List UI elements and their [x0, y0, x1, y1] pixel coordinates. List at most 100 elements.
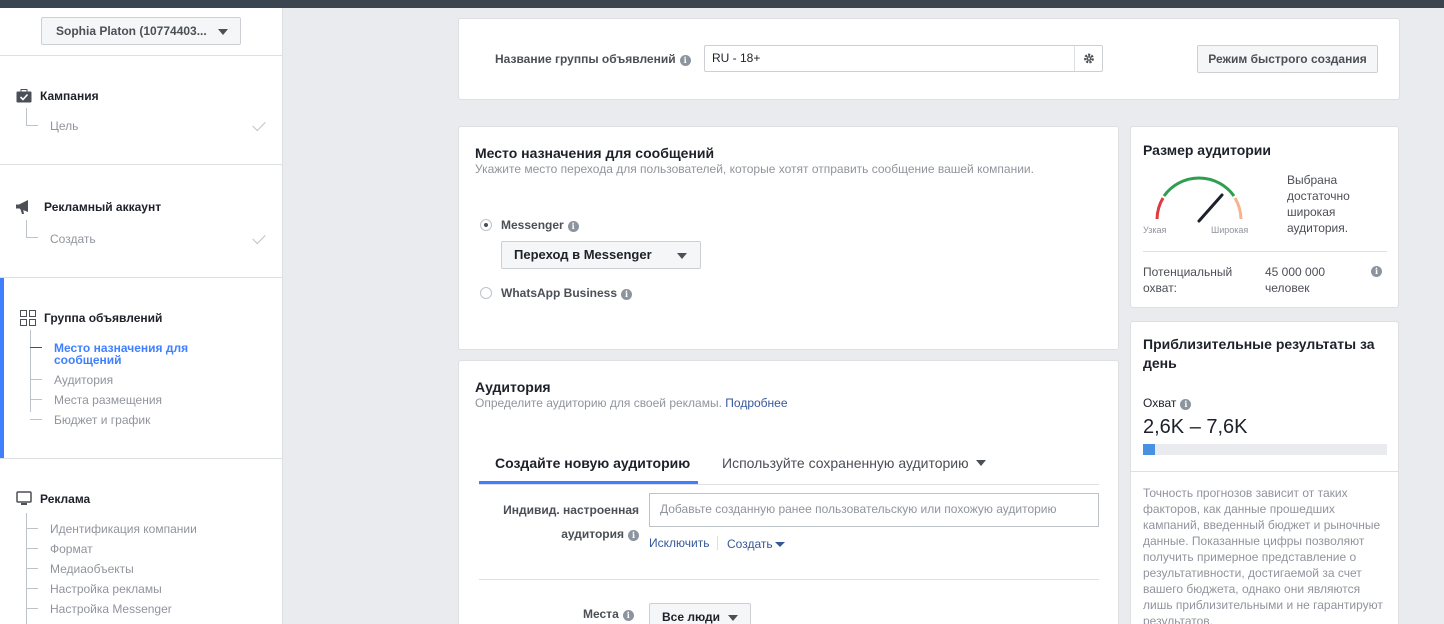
whatsapp-option-label: WhatsApp Business i [501, 286, 633, 300]
divider [0, 277, 282, 278]
custom-audience-input[interactable]: Добавьте созданную ранее пользовательску… [649, 493, 1099, 527]
daily-results-card: Приблизительные результаты за день Охват… [1130, 321, 1399, 624]
tab-new-audience[interactable]: Создайте новую аудиторию [495, 455, 690, 471]
places-dropdown[interactable]: Все люди [649, 603, 751, 624]
divider [0, 55, 282, 56]
tree-line [26, 548, 38, 549]
tree-line [26, 125, 38, 126]
check-icon [252, 230, 266, 245]
audience-gauge [1155, 176, 1243, 223]
chevron-down-icon [677, 253, 687, 259]
section-campaign[interactable]: Кампания [40, 89, 99, 103]
link-separator [717, 536, 718, 550]
audience-subtitle: Определите аудиторию для своей рекламы. … [475, 396, 788, 410]
reach-range: 2,6K – 7,6K [1143, 416, 1248, 438]
info-icon[interactable]: i [1180, 399, 1192, 410]
info-icon[interactable]: i [679, 55, 691, 66]
info-icon[interactable]: i [628, 530, 639, 541]
sidebar-item-create[interactable]: Создать [50, 232, 96, 246]
radio-messenger[interactable] [480, 219, 492, 231]
grid-icon [20, 310, 36, 326]
gauge-wide-label: Широкая [1211, 225, 1249, 235]
sidebar-item-media[interactable]: Медиаобъекты [50, 562, 134, 576]
audience-title: Аудитория [475, 379, 551, 395]
destination-title: Место назначения для сообщений [475, 145, 715, 161]
sidebar-item-budget[interactable]: Бюджет и график [54, 413, 150, 427]
tree-line [26, 237, 38, 238]
tree-line [26, 220, 27, 238]
learn-more-link[interactable]: Подробнее [725, 396, 787, 410]
settings-button[interactable] [1074, 46, 1102, 71]
destination-subtitle: Укажите место перехода для пользователей… [475, 162, 1034, 176]
reach-bar-fill [1143, 444, 1156, 455]
divider [0, 164, 282, 165]
divider [1131, 471, 1398, 472]
monitor-icon [16, 491, 32, 505]
active-section-indicator [0, 278, 4, 459]
info-icon[interactable]: i [621, 289, 633, 300]
messenger-destination-value: Переход в Messenger [514, 247, 652, 262]
adset-name-label: Название группы объявлений i [495, 52, 691, 66]
audience-card: Аудитория Определите аудиторию для своей… [458, 360, 1119, 624]
audience-size-title: Размер аудитории [1143, 142, 1272, 158]
custom-audience-label: Индивид. настроенная аудитория i [503, 503, 639, 541]
tab-saved-audience[interactable]: Используйте сохраненную аудиторию [722, 455, 969, 471]
reach-label: Охват i [1143, 396, 1192, 410]
sidebar-item-messenger-setup[interactable]: Настройка Messenger [50, 602, 172, 616]
section-ad-account[interactable]: Рекламный аккаунт [44, 200, 161, 214]
section-divider [479, 579, 1099, 580]
sidebar-item-placements[interactable]: Места размещения [54, 393, 162, 407]
tree-line [26, 108, 27, 126]
megaphone-icon [16, 200, 28, 214]
adset-name-input[interactable]: RU - 18+ [704, 45, 1103, 72]
tree-line [30, 419, 42, 420]
daily-results-title: Приблизительные результаты за день [1143, 336, 1375, 371]
exclude-link[interactable]: Исключить [649, 536, 709, 550]
info-icon[interactable]: i [1371, 266, 1382, 277]
account-selector[interactable]: Sophia Platon (10774403... [41, 17, 241, 45]
tabs-divider [479, 484, 1099, 485]
destination-card: Место назначения для сообщений Укажите м… [458, 126, 1119, 350]
potential-reach-label: Потенциальный охват: [1143, 265, 1233, 295]
sidebar-item-message-destination[interactable]: Место назначения для сообщений [54, 342, 204, 366]
tree-line [30, 347, 42, 348]
chevron-down-icon [218, 29, 228, 35]
active-tab-indicator [479, 481, 698, 484]
messenger-destination-dropdown[interactable]: Переход в Messenger [501, 241, 701, 269]
quick-create-button[interactable]: Режим быстрого создания [1197, 45, 1378, 73]
tree-line [26, 608, 38, 609]
top-bar [0, 0, 1444, 8]
sidebar: Sophia Platon (10774403... Кампания Цель… [0, 8, 283, 624]
sidebar-item-audience[interactable]: Аудитория [54, 373, 113, 387]
reach-bar [1143, 444, 1387, 455]
briefcase-check-icon [16, 89, 32, 103]
gear-icon [1084, 53, 1094, 64]
messenger-option-label: Messenger i [501, 218, 579, 232]
radio-whatsapp[interactable] [480, 287, 492, 299]
info-icon[interactable]: i [567, 221, 579, 232]
section-ad[interactable]: Реклама [40, 492, 90, 506]
sidebar-item-identity[interactable]: Идентификация компании [50, 522, 197, 536]
check-icon [252, 117, 266, 132]
potential-reach-value: 45 000 000 человек [1265, 265, 1326, 295]
tree-line [26, 528, 38, 529]
chevron-down-icon [976, 460, 986, 466]
audience-size-card: Размер аудитории Узкая Широкая Выбрана д… [1130, 126, 1399, 308]
sidebar-item-goal[interactable]: Цель [50, 119, 78, 133]
divider [0, 458, 282, 459]
estimate-note: Точность прогнозов зависит от таких факт… [1143, 486, 1383, 624]
tree-line [30, 399, 42, 400]
sidebar-item-ad-setup[interactable]: Настройка рекламы [50, 582, 162, 596]
adset-name-card: Название группы объявлений i RU - 18+ Реж… [458, 18, 1400, 100]
gauge-narrow-label: Узкая [1143, 225, 1167, 235]
divider [1143, 251, 1387, 252]
info-icon[interactable]: i [622, 610, 634, 621]
section-ad-set[interactable]: Группа объявлений [44, 311, 162, 325]
create-audience-link[interactable]: Создать [727, 537, 773, 551]
audience-status-text: Выбрана достаточно широкая аудитория. [1287, 173, 1350, 235]
account-name: Sophia Platon (10774403... [56, 24, 207, 38]
tree-line [26, 588, 38, 589]
sidebar-item-format[interactable]: Формат [50, 542, 93, 556]
tree-line [30, 379, 42, 380]
chevron-down-icon [775, 542, 785, 547]
